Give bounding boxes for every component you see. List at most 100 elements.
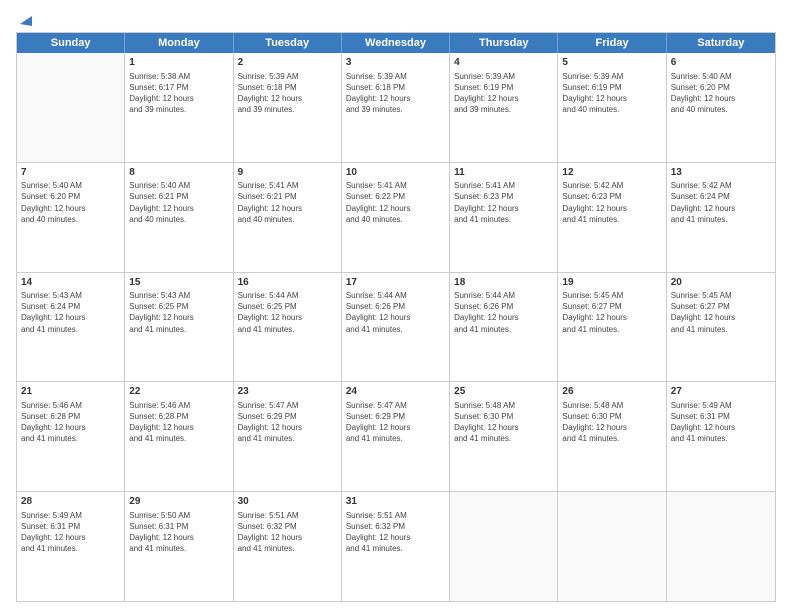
day-number: 10 bbox=[346, 166, 445, 180]
day-number: 5 bbox=[562, 56, 661, 70]
header-day-wednesday: Wednesday bbox=[342, 33, 450, 53]
table-row: 9Sunrise: 5:41 AM Sunset: 6:21 PM Daylig… bbox=[234, 163, 342, 272]
cell-info: Sunrise: 5:43 AM Sunset: 6:24 PM Dayligh… bbox=[21, 290, 120, 335]
table-row: 18Sunrise: 5:44 AM Sunset: 6:26 PM Dayli… bbox=[450, 273, 558, 382]
table-row: 25Sunrise: 5:48 AM Sunset: 6:30 PM Dayli… bbox=[450, 382, 558, 491]
table-row: 22Sunrise: 5:46 AM Sunset: 6:28 PM Dayli… bbox=[125, 382, 233, 491]
day-number: 26 bbox=[562, 385, 661, 399]
day-number: 25 bbox=[454, 385, 553, 399]
day-number: 6 bbox=[671, 56, 771, 70]
table-row: 26Sunrise: 5:48 AM Sunset: 6:30 PM Dayli… bbox=[558, 382, 666, 491]
day-number: 8 bbox=[129, 166, 228, 180]
cell-info: Sunrise: 5:41 AM Sunset: 6:21 PM Dayligh… bbox=[238, 180, 337, 225]
table-row: 17Sunrise: 5:44 AM Sunset: 6:26 PM Dayli… bbox=[342, 273, 450, 382]
header-day-friday: Friday bbox=[558, 33, 666, 53]
day-number: 24 bbox=[346, 385, 445, 399]
day-number: 29 bbox=[129, 495, 228, 509]
cell-info: Sunrise: 5:40 AM Sunset: 6:21 PM Dayligh… bbox=[129, 180, 228, 225]
table-row bbox=[17, 53, 125, 162]
day-number: 13 bbox=[671, 166, 771, 180]
table-row: 27Sunrise: 5:49 AM Sunset: 6:31 PM Dayli… bbox=[667, 382, 775, 491]
cell-info: Sunrise: 5:45 AM Sunset: 6:27 PM Dayligh… bbox=[562, 290, 661, 335]
day-number: 16 bbox=[238, 276, 337, 290]
calendar-row-5: 28Sunrise: 5:49 AM Sunset: 6:31 PM Dayli… bbox=[17, 492, 775, 601]
cell-info: Sunrise: 5:50 AM Sunset: 6:31 PM Dayligh… bbox=[129, 510, 228, 555]
header-day-sunday: Sunday bbox=[17, 33, 125, 53]
table-row: 24Sunrise: 5:47 AM Sunset: 6:29 PM Dayli… bbox=[342, 382, 450, 491]
cell-info: Sunrise: 5:45 AM Sunset: 6:27 PM Dayligh… bbox=[671, 290, 771, 335]
day-number: 9 bbox=[238, 166, 337, 180]
cell-info: Sunrise: 5:40 AM Sunset: 6:20 PM Dayligh… bbox=[671, 71, 771, 116]
calendar-row-4: 21Sunrise: 5:46 AM Sunset: 6:28 PM Dayli… bbox=[17, 382, 775, 492]
table-row: 23Sunrise: 5:47 AM Sunset: 6:29 PM Dayli… bbox=[234, 382, 342, 491]
table-row: 13Sunrise: 5:42 AM Sunset: 6:24 PM Dayli… bbox=[667, 163, 775, 272]
table-row bbox=[667, 492, 775, 601]
cell-info: Sunrise: 5:47 AM Sunset: 6:29 PM Dayligh… bbox=[238, 400, 337, 445]
table-row: 12Sunrise: 5:42 AM Sunset: 6:23 PM Dayli… bbox=[558, 163, 666, 272]
cell-info: Sunrise: 5:41 AM Sunset: 6:22 PM Dayligh… bbox=[346, 180, 445, 225]
cell-info: Sunrise: 5:39 AM Sunset: 6:18 PM Dayligh… bbox=[238, 71, 337, 116]
calendar-row-1: 1Sunrise: 5:38 AM Sunset: 6:17 PM Daylig… bbox=[17, 53, 775, 163]
day-number: 23 bbox=[238, 385, 337, 399]
cell-info: Sunrise: 5:48 AM Sunset: 6:30 PM Dayligh… bbox=[562, 400, 661, 445]
logo bbox=[16, 12, 32, 24]
header-day-saturday: Saturday bbox=[667, 33, 775, 53]
day-number: 30 bbox=[238, 495, 337, 509]
table-row: 30Sunrise: 5:51 AM Sunset: 6:32 PM Dayli… bbox=[234, 492, 342, 601]
cell-info: Sunrise: 5:46 AM Sunset: 6:28 PM Dayligh… bbox=[129, 400, 228, 445]
header bbox=[16, 12, 776, 24]
cell-info: Sunrise: 5:44 AM Sunset: 6:25 PM Dayligh… bbox=[238, 290, 337, 335]
cell-info: Sunrise: 5:49 AM Sunset: 6:31 PM Dayligh… bbox=[671, 400, 771, 445]
cell-info: Sunrise: 5:48 AM Sunset: 6:30 PM Dayligh… bbox=[454, 400, 553, 445]
cell-info: Sunrise: 5:51 AM Sunset: 6:32 PM Dayligh… bbox=[346, 510, 445, 555]
table-row: 5Sunrise: 5:39 AM Sunset: 6:19 PM Daylig… bbox=[558, 53, 666, 162]
cell-info: Sunrise: 5:41 AM Sunset: 6:23 PM Dayligh… bbox=[454, 180, 553, 225]
table-row: 14Sunrise: 5:43 AM Sunset: 6:24 PM Dayli… bbox=[17, 273, 125, 382]
day-number: 3 bbox=[346, 56, 445, 70]
day-number: 18 bbox=[454, 276, 553, 290]
day-number: 27 bbox=[671, 385, 771, 399]
calendar-header: SundayMondayTuesdayWednesdayThursdayFrid… bbox=[17, 33, 775, 53]
cell-info: Sunrise: 5:42 AM Sunset: 6:23 PM Dayligh… bbox=[562, 180, 661, 225]
header-day-monday: Monday bbox=[125, 33, 233, 53]
cell-info: Sunrise: 5:39 AM Sunset: 6:19 PM Dayligh… bbox=[562, 71, 661, 116]
cell-info: Sunrise: 5:42 AM Sunset: 6:24 PM Dayligh… bbox=[671, 180, 771, 225]
logo-icon bbox=[18, 12, 32, 26]
day-number: 31 bbox=[346, 495, 445, 509]
table-row: 10Sunrise: 5:41 AM Sunset: 6:22 PM Dayli… bbox=[342, 163, 450, 272]
table-row: 2Sunrise: 5:39 AM Sunset: 6:18 PM Daylig… bbox=[234, 53, 342, 162]
day-number: 12 bbox=[562, 166, 661, 180]
day-number: 1 bbox=[129, 56, 228, 70]
cell-info: Sunrise: 5:47 AM Sunset: 6:29 PM Dayligh… bbox=[346, 400, 445, 445]
table-row: 31Sunrise: 5:51 AM Sunset: 6:32 PM Dayli… bbox=[342, 492, 450, 601]
cell-info: Sunrise: 5:39 AM Sunset: 6:19 PM Dayligh… bbox=[454, 71, 553, 116]
day-number: 28 bbox=[21, 495, 120, 509]
table-row: 11Sunrise: 5:41 AM Sunset: 6:23 PM Dayli… bbox=[450, 163, 558, 272]
table-row: 15Sunrise: 5:43 AM Sunset: 6:25 PM Dayli… bbox=[125, 273, 233, 382]
calendar-body: 1Sunrise: 5:38 AM Sunset: 6:17 PM Daylig… bbox=[17, 53, 775, 601]
table-row: 4Sunrise: 5:39 AM Sunset: 6:19 PM Daylig… bbox=[450, 53, 558, 162]
calendar-row-2: 7Sunrise: 5:40 AM Sunset: 6:20 PM Daylig… bbox=[17, 163, 775, 273]
table-row: 21Sunrise: 5:46 AM Sunset: 6:28 PM Dayli… bbox=[17, 382, 125, 491]
table-row: 3Sunrise: 5:39 AM Sunset: 6:18 PM Daylig… bbox=[342, 53, 450, 162]
table-row: 16Sunrise: 5:44 AM Sunset: 6:25 PM Dayli… bbox=[234, 273, 342, 382]
header-day-thursday: Thursday bbox=[450, 33, 558, 53]
table-row: 28Sunrise: 5:49 AM Sunset: 6:31 PM Dayli… bbox=[17, 492, 125, 601]
cell-info: Sunrise: 5:38 AM Sunset: 6:17 PM Dayligh… bbox=[129, 71, 228, 116]
cell-info: Sunrise: 5:44 AM Sunset: 6:26 PM Dayligh… bbox=[454, 290, 553, 335]
cell-info: Sunrise: 5:46 AM Sunset: 6:28 PM Dayligh… bbox=[21, 400, 120, 445]
table-row bbox=[558, 492, 666, 601]
day-number: 14 bbox=[21, 276, 120, 290]
cell-info: Sunrise: 5:39 AM Sunset: 6:18 PM Dayligh… bbox=[346, 71, 445, 116]
day-number: 15 bbox=[129, 276, 228, 290]
table-row bbox=[450, 492, 558, 601]
table-row: 20Sunrise: 5:45 AM Sunset: 6:27 PM Dayli… bbox=[667, 273, 775, 382]
day-number: 17 bbox=[346, 276, 445, 290]
table-row: 29Sunrise: 5:50 AM Sunset: 6:31 PM Dayli… bbox=[125, 492, 233, 601]
day-number: 7 bbox=[21, 166, 120, 180]
day-number: 19 bbox=[562, 276, 661, 290]
day-number: 21 bbox=[21, 385, 120, 399]
day-number: 2 bbox=[238, 56, 337, 70]
page: SundayMondayTuesdayWednesdayThursdayFrid… bbox=[0, 0, 792, 612]
table-row: 19Sunrise: 5:45 AM Sunset: 6:27 PM Dayli… bbox=[558, 273, 666, 382]
